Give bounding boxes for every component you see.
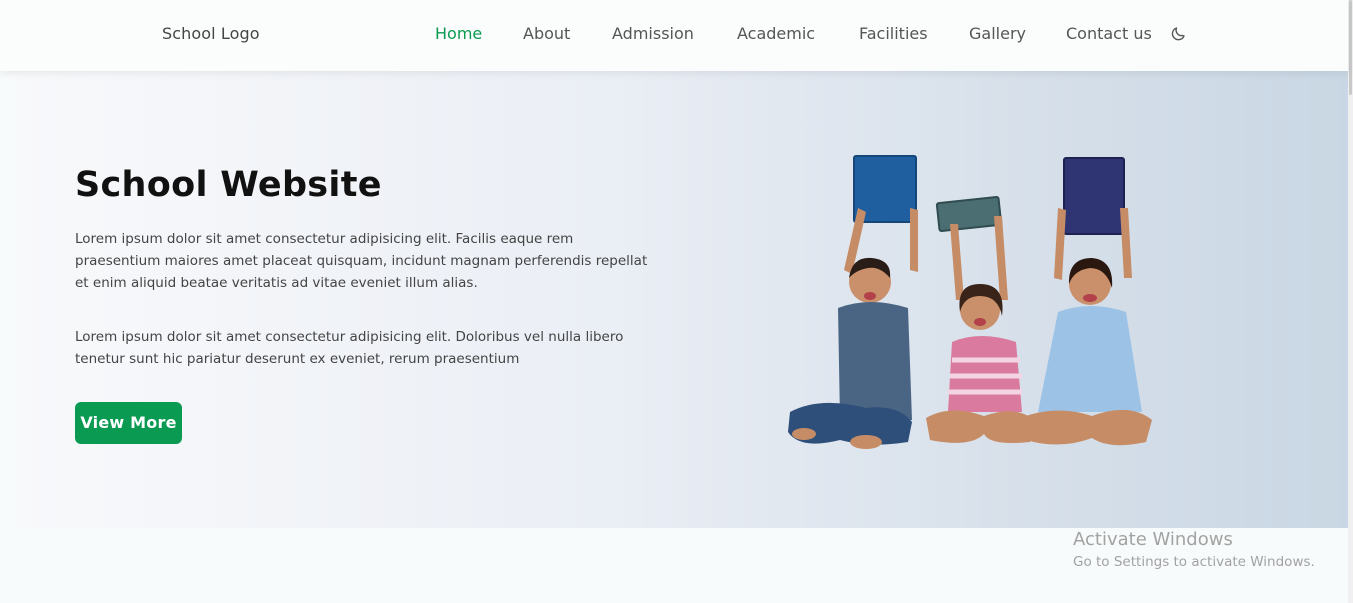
windows-watermark-title: Activate Windows [1073,529,1233,550]
nav-contact[interactable]: Contact us [1066,24,1152,43]
nav-home[interactable]: Home [435,24,482,43]
hero-paragraph-1: Lorem ipsum dolor sit amet consectetur a… [75,231,648,291]
moon-icon[interactable] [1170,24,1188,42]
hero-paragraph-2: Lorem ipsum dolor sit amet consectetur a… [75,329,624,367]
nav-admission[interactable]: Admission [612,24,694,43]
view-more-button[interactable]: View More [75,402,182,444]
main-nav: Home About Admission Academic Facilities… [0,24,1348,48]
scrollbar-thumb[interactable] [1349,0,1352,95]
nav-facilities[interactable]: Facilities [859,24,928,43]
hero-title: School Website [75,165,382,205]
site-header: School Logo Home About Admission Academi… [0,0,1348,71]
nav-academic[interactable]: Academic [737,24,815,43]
children-holding-books-image [788,155,1152,449]
nav-about[interactable]: About [523,24,570,43]
windows-watermark-subtitle: Go to Settings to activate Windows. [1073,554,1315,570]
nav-gallery[interactable]: Gallery [969,24,1026,43]
